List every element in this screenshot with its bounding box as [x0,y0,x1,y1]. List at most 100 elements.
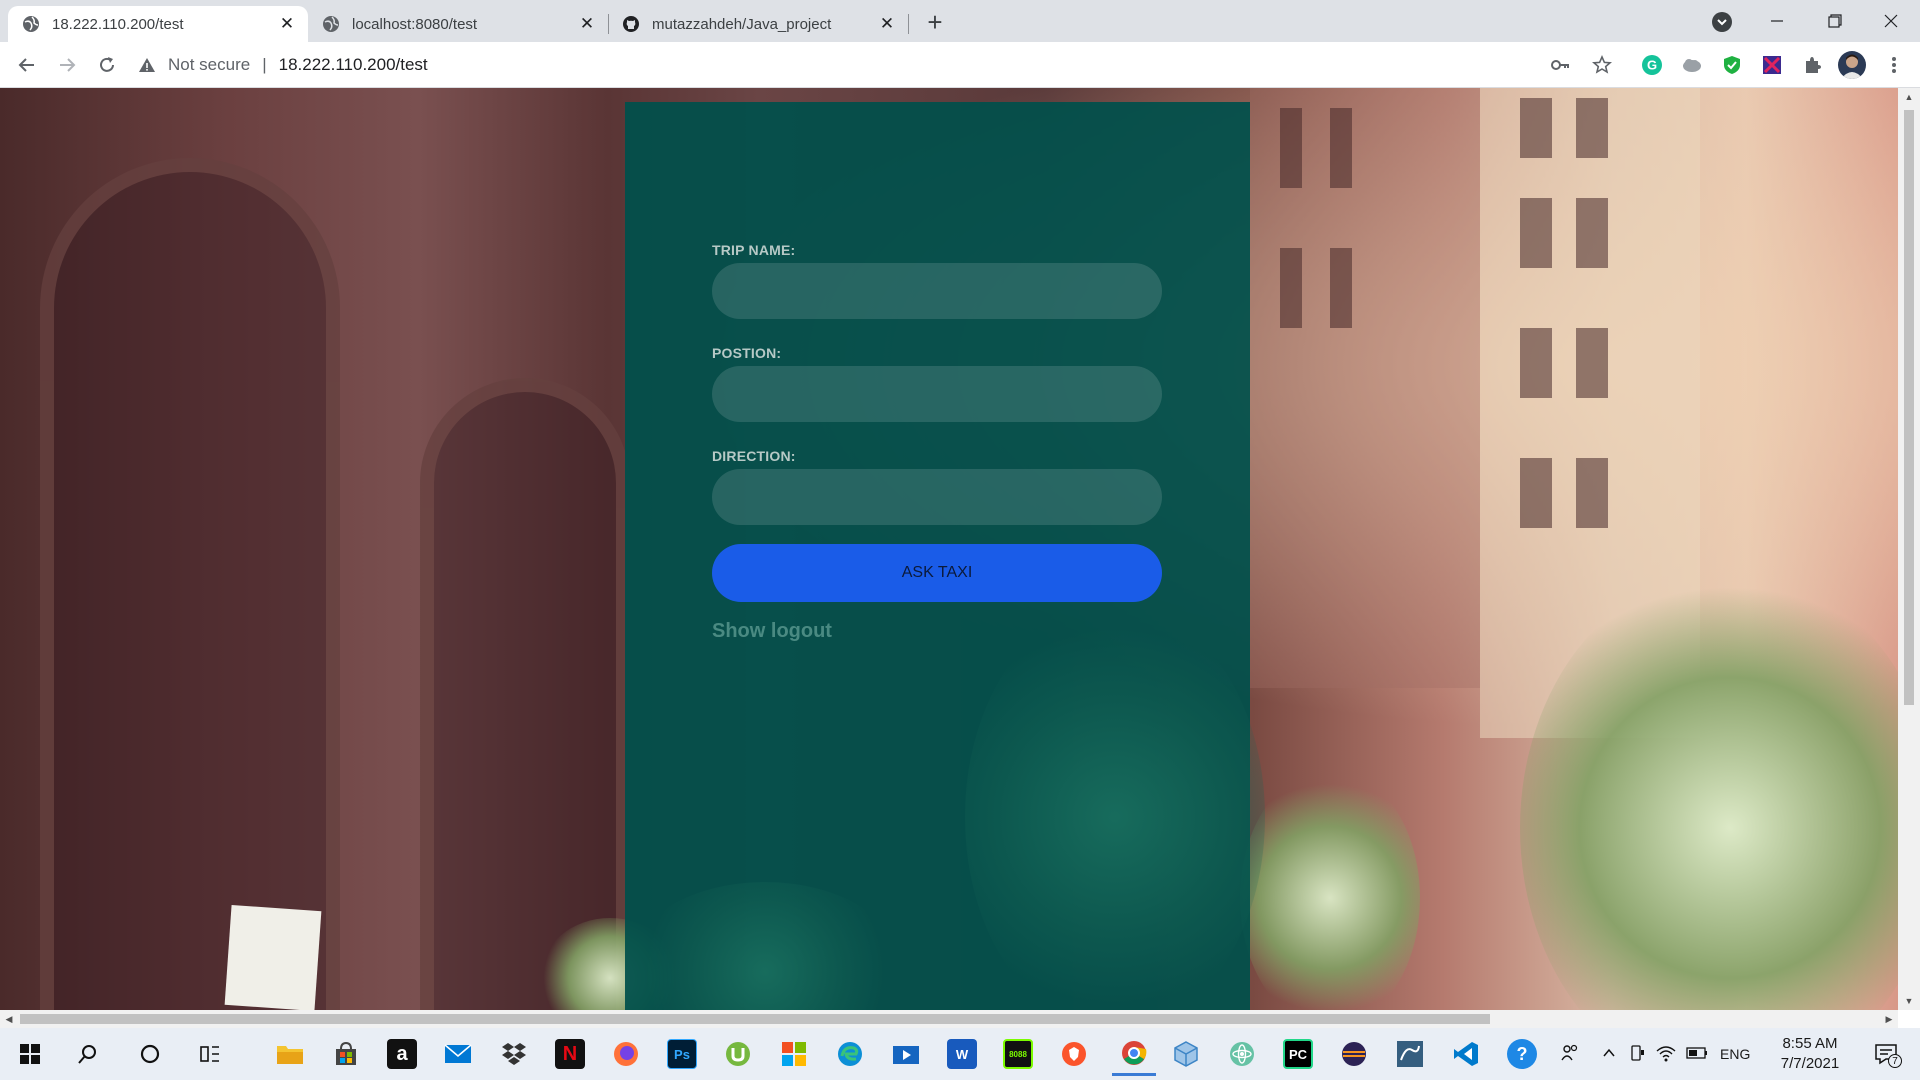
cortana-icon[interactable] [132,1036,168,1072]
amazon-tile-label: a [387,1039,417,1069]
scroll-right-icon[interactable]: ▶ [1880,1010,1898,1028]
tab-search-icon[interactable] [1712,12,1732,32]
close-icon[interactable]: ✕ [278,14,296,34]
window-close-icon[interactable] [1862,0,1920,42]
edge-icon[interactable] [832,1036,868,1072]
horizontal-scroll-thumb[interactable] [20,1014,1490,1024]
clock-date: 7/7/2021 [1780,1055,1840,1072]
language-indicator[interactable]: ENG [1720,1046,1750,1062]
panel-tree-overlay [625,882,905,1010]
tab-github[interactable]: mutazzahdeh/Java_project ✕ [608,6,908,42]
trip-name-group: TRIP NAME: [712,242,1162,319]
vscode-icon[interactable] [1448,1036,1484,1072]
scroll-up-icon[interactable]: ▲ [1898,88,1920,106]
terminal-icon[interactable]: 8088 [1000,1036,1036,1072]
grammarly-icon[interactable]: G [1640,53,1664,77]
star-icon[interactable] [1590,53,1614,77]
scroll-left-icon[interactable]: ◀ [0,1010,18,1028]
chevron-up-icon[interactable] [1602,1046,1616,1063]
position-group: POSTION: [712,345,1162,422]
terminal-tile-label: 8088 [1003,1039,1033,1069]
eclipse-icon[interactable] [1336,1036,1372,1072]
tab-active[interactable]: 18.222.110.200/test ✕ [8,6,308,42]
help-tile-label: ? [1507,1039,1537,1069]
clock[interactable]: 8:55 AM 7/7/2021 [1770,1034,1850,1074]
notification-icon[interactable]: 7 [1868,1036,1904,1072]
mysql-icon[interactable] [1392,1036,1428,1072]
help-icon[interactable]: ? [1504,1036,1540,1072]
video-icon[interactable] [888,1036,924,1072]
vertical-scrollbar[interactable]: ▲ ▼ [1898,88,1920,1010]
puzzle-icon[interactable] [1800,53,1824,77]
grid-icon[interactable] [1760,53,1784,77]
key-icon[interactable] [1548,53,1572,77]
security-label: Not secure [168,55,251,74]
photoshop-icon[interactable]: Ps [664,1036,700,1072]
minimize-icon[interactable] [1748,0,1806,42]
firefox-icon[interactable] [608,1036,644,1072]
tab-separator [908,14,909,34]
back-icon[interactable] [12,50,42,80]
pycharm-icon[interactable]: PC [1280,1036,1316,1072]
background-sign [224,904,322,1010]
file-explorer-icon[interactable] [272,1036,308,1072]
ask-taxi-button[interactable]: ASK TAXI [712,544,1162,602]
reload-icon[interactable] [92,50,122,80]
browser-tab-strip: 18.222.110.200/test ✕ localhost:8080/tes… [0,0,1920,42]
close-icon[interactable]: ✕ [578,14,596,34]
background-window [1330,248,1352,328]
cloud-icon[interactable] [1680,53,1704,77]
brave-icon[interactable] [1056,1036,1092,1072]
netflix-tile-label: N [555,1039,585,1069]
background-arch [40,158,340,1010]
mail-icon[interactable] [440,1036,476,1072]
trip-name-input[interactable] [712,263,1162,319]
background-tree [1240,768,1420,1010]
windows-taskbar: a N Ps W 8088 PC ? ENG 8:55 AM 7/7/2021 … [0,1028,1920,1080]
shield-icon[interactable] [1720,53,1744,77]
netflix-icon[interactable]: N [552,1036,588,1072]
close-icon[interactable]: ✕ [878,14,896,34]
tab-title: mutazzahdeh/Java_project [652,15,832,33]
wifi-icon[interactable] [1656,1044,1676,1065]
task-view-icon[interactable] [192,1036,228,1072]
word-icon[interactable]: W [944,1036,980,1072]
position-input[interactable] [712,366,1162,422]
notification-count: 7 [1888,1054,1902,1068]
restore-icon[interactable] [1806,0,1864,42]
direction-group: DIRECTION: [712,448,1162,525]
profile-avatar[interactable] [1838,51,1866,79]
globe-icon [323,16,339,32]
panel-tree-overlay [965,602,1265,1010]
address-bar[interactable]: Not secure | 18.222.110.200/test [138,47,1628,83]
menu-icon[interactable] [1882,53,1906,77]
direction-input[interactable] [712,469,1162,525]
amazon-icon[interactable]: a [384,1036,420,1072]
chrome-icon[interactable] [1112,1032,1156,1076]
battery-icon[interactable] [1686,1046,1708,1063]
device-icon[interactable] [1628,1044,1646,1065]
horizontal-scrollbar[interactable]: ◀ ▶ [0,1010,1898,1028]
tab-localhost[interactable]: localhost:8080/test ✕ [308,6,608,42]
store-icon[interactable] [328,1036,364,1072]
forward-icon[interactable] [52,50,82,80]
atom-icon[interactable] [1224,1036,1260,1072]
new-tab-button[interactable]: + [920,7,950,37]
show-logout-link[interactable]: Show logout [712,620,832,643]
globe-icon [23,16,39,32]
background-arch [420,378,630,1010]
search-icon[interactable] [70,1036,106,1072]
background-window [1576,458,1608,528]
background-window [1576,198,1608,268]
utorrent-icon[interactable] [720,1036,756,1072]
warning-icon [139,58,155,72]
cube-icon[interactable] [1168,1036,1204,1072]
vertical-scroll-thumb[interactable] [1904,110,1914,705]
office-icon[interactable] [776,1036,812,1072]
svg-text:G: G [1647,58,1657,73]
scroll-down-icon[interactable]: ▼ [1898,992,1920,1010]
people-icon[interactable] [1560,1043,1580,1066]
direction-label: DIRECTION: [712,448,796,464]
windows-start-icon[interactable] [12,1036,48,1072]
dropbox-icon[interactable] [496,1036,532,1072]
